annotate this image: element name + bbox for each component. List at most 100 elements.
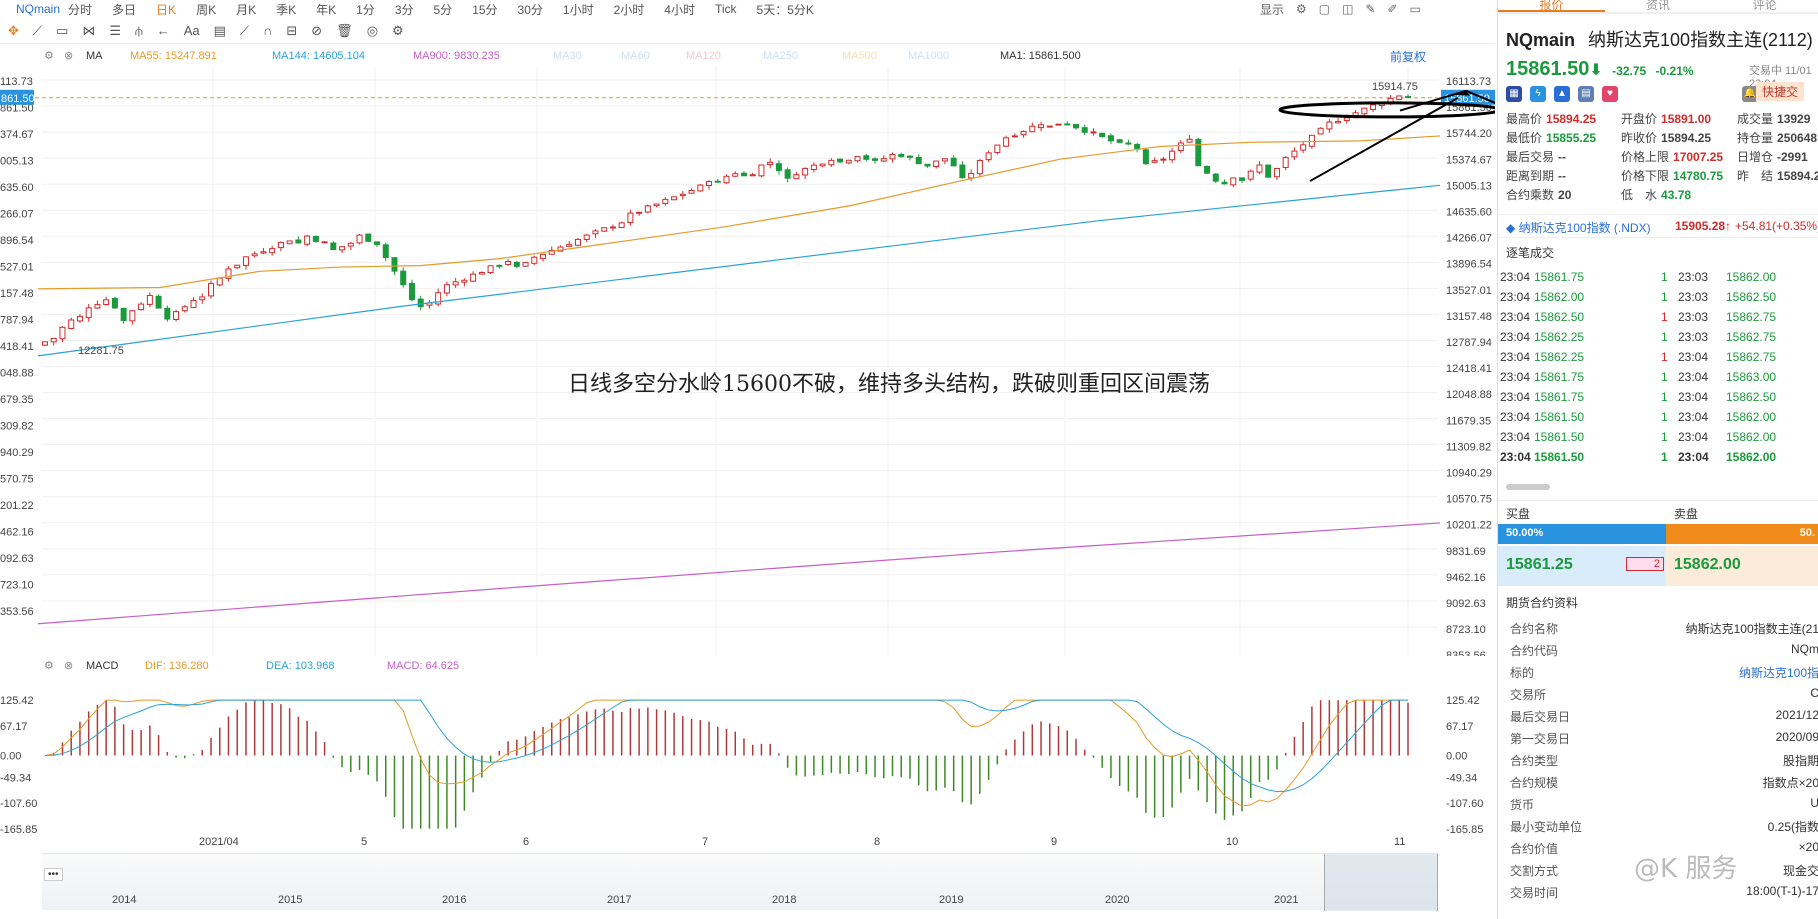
price-axis-left-label: 570.75 — [0, 474, 34, 486]
hide-icon[interactable]: ⊘ — [311, 23, 322, 39]
ma-legend-item[interactable]: MA60 — [621, 50, 650, 62]
navigator-window[interactable] — [1324, 854, 1438, 911]
candle-body — [592, 230, 599, 235]
period-13[interactable]: 2小时 — [614, 1, 645, 18]
fib-tool-icon[interactable]: ⋈ — [82, 23, 95, 39]
candle-body — [941, 158, 948, 162]
list-tool-icon[interactable]: ☰ — [109, 23, 121, 39]
arrow-tool-icon[interactable]: ← — [157, 23, 170, 38]
underlying-index-name[interactable]: 纳斯达克100指数 (.NDX) — [1519, 221, 1651, 235]
spec-value: 2020/09 — [1775, 730, 1818, 744]
period-16[interactable]: 5天：5分K — [757, 1, 814, 18]
period-2[interactable]: 日K — [156, 1, 176, 18]
macd-chart[interactable]: 125.42 125.42 67.17 67.17 0.00 0.00 -49.34 -49.… — [0, 676, 1495, 836]
ma-legend-item[interactable]: MA1: 15861.500 — [1000, 50, 1081, 62]
period-7[interactable]: 1分 — [356, 1, 375, 18]
macd-legend-item[interactable]: DIF: 136.280 — [145, 660, 209, 672]
macd-axis-right-label: -165.85 — [1446, 824, 1483, 836]
settings-tool-icon[interactable]: ⚙ — [392, 23, 404, 39]
period-10[interactable]: 15分 — [472, 1, 497, 18]
macd-close-icon[interactable]: ⊗ — [64, 659, 73, 672]
flash-icon[interactable]: ϟ — [1530, 86, 1546, 102]
quote-cell: 价格下限 14780.75 — [1621, 167, 1723, 184]
rect-tool-icon[interactable]: ▭ — [56, 23, 68, 39]
kline-chart[interactable]: 113.73 861.50 374.67 005.13 635.60 266.07 896.… — [0, 66, 1495, 656]
candle-body — [1326, 121, 1333, 130]
candle-body — [1107, 135, 1114, 142]
pen-icon[interactable]: ✐ — [1388, 2, 1398, 16]
period-14[interactable]: 4小时 — [664, 1, 695, 18]
ticks-scrollbar[interactable] — [1506, 484, 1550, 490]
display-menu[interactable]: 显示 — [1260, 1, 1284, 18]
edit-icon[interactable]: ✎ — [1365, 2, 1375, 16]
year-label: 2014 — [112, 894, 137, 906]
year-navigator[interactable]: ••• 2014 2015 2016 2017 2018 2019 2020 2021 — [42, 853, 1438, 911]
period-11[interactable]: 30分 — [518, 1, 543, 18]
screenshot-icon[interactable]: ◫ — [1342, 2, 1353, 16]
ask-price[interactable]: 15862.00 — [1666, 546, 1818, 586]
period-15[interactable]: Tick — [715, 2, 737, 16]
chart-icon[interactable]: ▲ — [1554, 86, 1570, 102]
ma-legend-item[interactable]: MA144: 14605.104 — [272, 50, 365, 62]
text-tool-icon[interactable]: Aa — [184, 23, 200, 38]
line-tool-icon[interactable]: ⟋ — [33, 23, 42, 39]
delete-icon[interactable]: 🗑 — [336, 23, 353, 39]
candle-body — [758, 164, 765, 177]
period-12[interactable]: 1小时 — [563, 1, 594, 18]
candle-body — [496, 264, 503, 267]
tick-row: 23:04 15862.50 1 23:03 15862.75 — [1498, 308, 1818, 328]
spec-value[interactable]: 纳斯达克100指 — [1739, 664, 1818, 681]
ma-legend-item[interactable]: MA1000 — [908, 50, 949, 62]
pitchfork-tool-icon[interactable]: ⫛ — [135, 23, 143, 39]
magnet-icon[interactable]: ∩ — [263, 23, 272, 38]
window-icon[interactable]: ▭ — [1410, 2, 1421, 16]
measure-icon[interactable]: ⊟ — [286, 23, 297, 39]
macd-legend-item[interactable]: DEA: 103.968 — [266, 660, 335, 672]
panel-tab-2[interactable]: 评论 — [1711, 0, 1818, 12]
candle-body — [1011, 135, 1018, 138]
ma-legend-item[interactable]: MA30 — [553, 50, 582, 62]
underlying-index-change: +54.81(+0.35%) — [1735, 219, 1818, 233]
period-0[interactable]: 分时 — [68, 1, 92, 18]
eye-icon[interactable]: ◎ — [367, 23, 378, 39]
ruler-tool-icon[interactable]: ⟋ — [240, 23, 249, 39]
panel-tab-0[interactable]: 报价 — [1498, 0, 1605, 12]
tick-cell: 1 — [1661, 410, 1668, 424]
underlying-index-price: 15905.28↑ — [1675, 219, 1732, 233]
period-1[interactable]: 多日 — [112, 1, 136, 18]
heart-icon[interactable]: ♥ — [1602, 86, 1618, 102]
period-6[interactable]: 年K — [316, 1, 336, 18]
ma-legend-item[interactable]: MA900: 9830.235 — [413, 50, 500, 62]
candle-body — [566, 244, 573, 247]
period-4[interactable]: 月K — [236, 1, 256, 18]
ma-legend-item[interactable]: MA120 — [686, 50, 721, 62]
legend-close-icon[interactable]: ⊗ — [64, 49, 73, 62]
panel-tab-1[interactable]: 资讯 — [1605, 0, 1712, 12]
period-3[interactable]: 周K — [196, 1, 216, 18]
ma-legend-item[interactable]: MA500 — [842, 50, 877, 62]
navigator-more-icon[interactable]: ••• — [44, 868, 63, 881]
legend-settings-icon[interactable]: ⚙ — [44, 49, 54, 62]
ma-legend-item[interactable]: MA55: 15247.891 — [130, 50, 217, 62]
macd-legend-item[interactable]: MACD — [86, 660, 118, 672]
candle-body — [662, 198, 669, 204]
underlying-index-row[interactable]: ◆ 纳斯达克100指数 (.NDX) 15905.28↑ +54.81(+0.3… — [1498, 214, 1818, 238]
tick-cell: 23:04 — [1678, 390, 1709, 404]
layout-icon[interactable]: ▢ — [1319, 2, 1330, 16]
ma-legend-item[interactable]: MA250 — [763, 50, 798, 62]
candle-body — [1405, 96, 1411, 99]
macd-settings-icon[interactable]: ⚙ — [44, 659, 54, 672]
period-9[interactable]: 5分 — [434, 1, 453, 18]
period-8[interactable]: 3分 — [395, 1, 414, 18]
symbol-label[interactable]: NQmain — [16, 2, 60, 16]
settings-icon[interactable]: ⚙ — [1296, 2, 1307, 16]
macd-legend-item[interactable]: MACD: 64.625 — [387, 660, 459, 672]
comment-tool-icon[interactable]: ▤ — [214, 23, 226, 39]
restore-adjust-button[interactable]: 前复权 — [1390, 48, 1426, 65]
crosshair-icon[interactable]: ✥ — [8, 23, 19, 39]
quick-trade-button[interactable]: 快捷交 — [1756, 82, 1805, 101]
period-5[interactable]: 季K — [276, 1, 296, 18]
spec-key: 合约价值 — [1510, 842, 1559, 856]
doc-icon[interactable]: ▤ — [1578, 86, 1594, 102]
ma-legend-item[interactable]: MA — [86, 50, 103, 62]
